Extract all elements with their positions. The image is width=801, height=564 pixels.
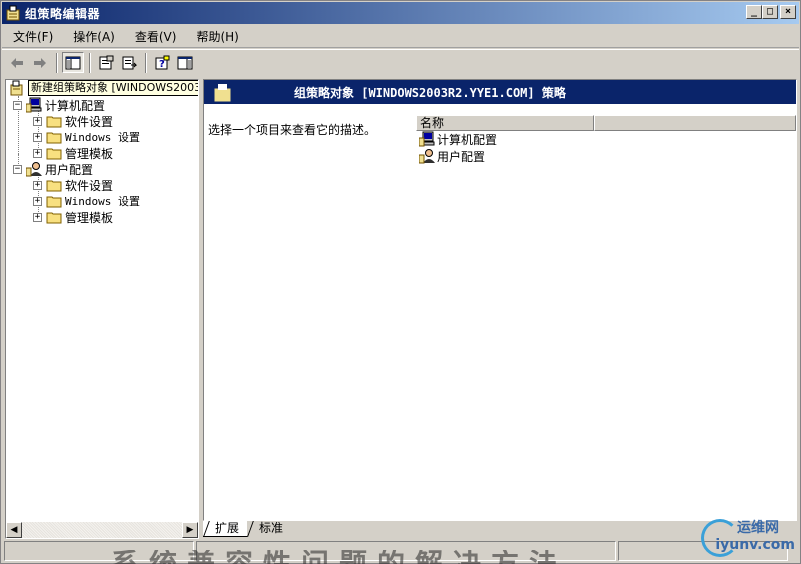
toolbar-separator: [89, 52, 91, 73]
watermark-logo-icon: [701, 519, 739, 557]
site-watermark: 运维网 iyunv.com: [701, 517, 799, 561]
export-list-icon: [122, 56, 137, 69]
tree-node-windows-settings[interactable]: + Windows 设置: [33, 129, 140, 145]
user-config-icon: [26, 162, 42, 177]
column-header-empty[interactable]: [594, 115, 796, 131]
scroll-right-button[interactable]: ▶: [182, 522, 198, 538]
group-policy-object-icon: [10, 80, 23, 96]
tree-node-label: 计算机配置: [45, 98, 106, 113]
forward-arrow-icon: [34, 57, 46, 68]
title-bar[interactable]: 组策略编辑器 _ □ ×: [2, 2, 799, 24]
forward-button[interactable]: [29, 52, 51, 73]
list-item-user-config[interactable]: 用户配置: [419, 148, 485, 164]
list-column-header: 名称: [416, 115, 796, 131]
tree-root-label: 新建组策略对象 [WINDOWS2003R2.YYE1.COM] 策略: [28, 80, 198, 96]
tree-node-admin-templates[interactable]: + 管理模板: [33, 209, 113, 225]
tree-node-computer-config[interactable]: − 计算机配置: [13, 97, 105, 113]
watermark-cn: 运维网: [737, 520, 779, 536]
tree-root[interactable]: 新建组策略对象 [WINDOWS2003R2.YYE1.COM] 策略: [9, 80, 198, 96]
show-hide-pane-button[interactable]: [174, 52, 196, 73]
show-hide-tree-icon: [65, 56, 81, 69]
scroll-left-button[interactable]: ◀: [6, 522, 22, 538]
close-button[interactable]: ×: [780, 5, 796, 19]
tree-node-admin-templates[interactable]: + 管理模板: [33, 145, 113, 161]
menu-help[interactable]: 帮助(H): [186, 28, 248, 46]
show-hide-tree-button[interactable]: [62, 52, 84, 73]
expand-toggle[interactable]: +: [33, 148, 42, 158]
help-icon: ?: [155, 55, 170, 70]
computer-config-icon: [419, 131, 435, 147]
tree-node-label: 管理模板: [65, 146, 114, 161]
tree-node-software-settings[interactable]: + 软件设置: [33, 177, 113, 193]
folder-icon: [46, 212, 62, 224]
list-item-label: 用户配置: [437, 149, 486, 164]
svg-text:?: ?: [159, 59, 165, 70]
description-text: 选择一个项目来查看它的描述。: [208, 123, 377, 137]
tree-node-windows-settings[interactable]: + Windows 设置: [33, 193, 140, 209]
details-header-title: 组策略对象 [WINDOWS2003R2.YYE1.COM] 策略: [294, 85, 566, 100]
tree-node-label: Windows 设置: [65, 195, 140, 208]
properties-button[interactable]: [95, 52, 117, 73]
tree-node-label: 软件设置: [65, 178, 114, 193]
toolbar: ?: [2, 49, 799, 75]
user-config-icon: [419, 149, 435, 164]
folder-icon: [46, 116, 62, 128]
expand-toggle[interactable]: +: [33, 180, 42, 190]
tab-standard[interactable]: 标准: [247, 521, 291, 537]
menu-file[interactable]: 文件(F): [2, 28, 63, 46]
tree-node-label: 用户配置: [45, 162, 94, 177]
menu-bar: 文件(F) 操作(A) 查看(V) 帮助(H): [2, 26, 799, 48]
tree-node-software-settings[interactable]: + 软件设置: [33, 113, 113, 129]
overlay-caption: 系统兼容性问题的解决方法: [111, 550, 671, 564]
properties-icon: [99, 55, 114, 69]
toolbar-separator: [145, 52, 147, 73]
item-list[interactable]: 名称 计算机配置 用户配置: [416, 115, 796, 520]
expand-toggle[interactable]: +: [33, 196, 42, 206]
window-title: 组策略编辑器: [25, 6, 101, 21]
expand-toggle[interactable]: +: [33, 116, 42, 126]
back-arrow-icon: [11, 57, 23, 68]
list-item-computer-config[interactable]: 计算机配置: [419, 131, 497, 147]
app-window: 组策略编辑器 _ □ × 文件(F) 操作(A) 查看(V) 帮助(H) ? 新…: [0, 0, 801, 564]
folder-icon: [46, 180, 62, 192]
folder-icon: [46, 132, 62, 144]
folder-icon: [46, 148, 62, 160]
back-button[interactable]: [6, 52, 28, 73]
minimize-button[interactable]: _: [746, 5, 762, 19]
details-pane[interactable]: 组策略对象 [WINDOWS2003R2.YYE1.COM] 策略 选择一个项目…: [203, 79, 797, 521]
group-policy-app-icon: [6, 5, 20, 21]
window-controls: _ □ ×: [746, 5, 796, 19]
tree-node-label: 管理模板: [65, 210, 114, 225]
folder-icon: [46, 196, 62, 208]
console-tree-pane[interactable]: 新建组策略对象 [WINDOWS2003R2.YYE1.COM] 策略 − 计算…: [5, 79, 199, 539]
menu-view[interactable]: 查看(V): [125, 28, 187, 46]
column-header-name[interactable]: 名称: [416, 115, 594, 131]
group-policy-object-icon: [214, 84, 231, 102]
export-list-button[interactable]: [118, 52, 140, 73]
menu-action[interactable]: 操作(A): [63, 28, 125, 46]
expand-toggle[interactable]: +: [33, 132, 42, 142]
scroll-track[interactable]: [22, 522, 182, 538]
tree-node-label: Windows 设置: [65, 131, 140, 144]
show-hide-pane-icon: [177, 56, 193, 69]
toolbar-separator: [56, 52, 58, 73]
tree-node-user-config[interactable]: − 用户配置: [13, 161, 93, 177]
maximize-button[interactable]: □: [762, 5, 778, 19]
collapse-toggle[interactable]: −: [13, 100, 22, 110]
computer-config-icon: [26, 97, 42, 113]
details-header-band: 组策略对象 [WINDOWS2003R2.YYE1.COM] 策略: [204, 80, 796, 104]
expand-toggle[interactable]: +: [33, 212, 42, 222]
tree-horizontal-scrollbar[interactable]: ◀ ▶: [6, 522, 198, 538]
collapse-toggle[interactable]: −: [13, 164, 22, 174]
help-button[interactable]: ?: [151, 52, 173, 73]
tab-extended[interactable]: 扩展: [203, 521, 248, 537]
list-item-label: 计算机配置: [437, 132, 498, 147]
tree-node-label: 软件设置: [65, 114, 114, 129]
